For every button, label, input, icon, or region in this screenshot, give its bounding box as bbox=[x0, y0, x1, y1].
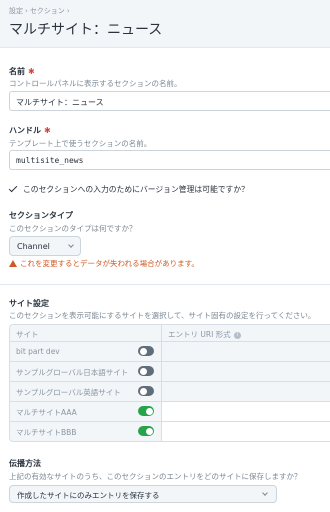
entry-uri-cell bbox=[162, 342, 330, 361]
section-type-warning: これを変更するとデータが失われる場合があります。 bbox=[9, 258, 199, 269]
site-enable-toggle[interactable] bbox=[138, 346, 154, 356]
versioning-label: このセクションへの入力のためにバージョン管理は可能ですか？ bbox=[23, 185, 249, 194]
versioning-row[interactable]: このセクションへの入力のためにバージョン管理は可能ですか？ bbox=[9, 184, 249, 195]
table-row: サンプルグローバル英語サイト bbox=[10, 381, 330, 401]
handle-help: テンプレート上で使うセクションの名前。 bbox=[9, 139, 152, 148]
breadcrumb: 設定 › セクション › bbox=[9, 7, 70, 15]
site-name: bit part dev bbox=[10, 342, 162, 361]
entry-uri-cell bbox=[162, 362, 330, 381]
site-settings-help: このセクションを表示可能にするサイトを選択して、サイト固有の設定を行ってください… bbox=[9, 311, 316, 320]
site-enable-toggle[interactable] bbox=[138, 406, 154, 416]
propagation-label: 伝播方法 bbox=[9, 459, 41, 468]
entry-uri-input[interactable] bbox=[162, 402, 330, 421]
site-name: マルチサイトAAA bbox=[10, 402, 162, 421]
name-input[interactable]: マルチサイト：ニュース bbox=[9, 91, 330, 111]
name-help: コントロールパネルに表示するセクションの名前。 bbox=[9, 79, 182, 88]
required-icon: ✱ bbox=[28, 67, 35, 76]
entry-uri-input[interactable] bbox=[162, 422, 330, 441]
table-row: サンプルグローバル日本語サイト bbox=[10, 361, 330, 381]
section-type-label: セクションタイプ bbox=[9, 211, 73, 220]
breadcrumb-sections[interactable]: セクション bbox=[30, 7, 65, 15]
site-enable-toggle[interactable] bbox=[138, 386, 154, 396]
page-header: 設定 › セクション › マルチサイト：ニュース bbox=[0, 0, 330, 48]
propagation-value: 作成したサイトにのみエントリを保存する bbox=[17, 491, 160, 500]
section-type-value: Channel bbox=[17, 242, 50, 251]
site-enable-toggle[interactable] bbox=[138, 426, 154, 436]
handle-label: ハンドル ✱ bbox=[9, 126, 51, 135]
handle-input[interactable]: multisite_news bbox=[9, 150, 330, 170]
versioning-checkbox[interactable] bbox=[9, 185, 18, 194]
section-type-select[interactable]: Channel bbox=[9, 236, 81, 256]
site-name: マルチサイトBBB bbox=[10, 422, 162, 441]
breadcrumb-settings[interactable]: 設定 bbox=[9, 7, 23, 15]
entry-uri-cell bbox=[162, 382, 330, 401]
warning-text: これを変更するとデータが失われる場合があります。 bbox=[20, 259, 199, 268]
warning-icon bbox=[9, 260, 17, 267]
info-icon[interactable]: i bbox=[233, 331, 241, 339]
page-title: マルチサイト：ニュース bbox=[9, 22, 163, 38]
site-settings-label: サイト設定 bbox=[9, 299, 49, 308]
table-row: マルチサイトAAA bbox=[10, 401, 330, 421]
propagation-help: 上記の有効なサイトのうち、このセクションのエントリをどのサイトに保存しますか？ bbox=[9, 472, 302, 481]
table-row: bit part dev bbox=[10, 341, 330, 361]
column-header-uri: エントリ URI 形式 i bbox=[162, 325, 330, 341]
site-name: サンプルグローバル英語サイト bbox=[10, 382, 162, 401]
propagation-select[interactable]: 作成したサイトにのみエントリを保存する bbox=[9, 485, 277, 503]
site-settings-table: サイト エントリ URI 形式 i bit part dev サンプルグローバル日… bbox=[9, 324, 330, 442]
column-header-site: サイト bbox=[10, 325, 162, 341]
table-row: マルチサイトBBB bbox=[10, 421, 330, 441]
required-icon: ✱ bbox=[44, 126, 51, 135]
site-enable-toggle[interactable] bbox=[138, 366, 154, 376]
section-type-help: このセクションのタイプは何ですか？ bbox=[9, 224, 137, 233]
chevron-down-icon bbox=[68, 242, 74, 248]
chevron-down-icon bbox=[262, 490, 268, 496]
site-name: サンプルグローバル日本語サイト bbox=[10, 362, 162, 381]
divider bbox=[0, 284, 330, 285]
name-label: 名前 ✱ bbox=[9, 67, 35, 76]
